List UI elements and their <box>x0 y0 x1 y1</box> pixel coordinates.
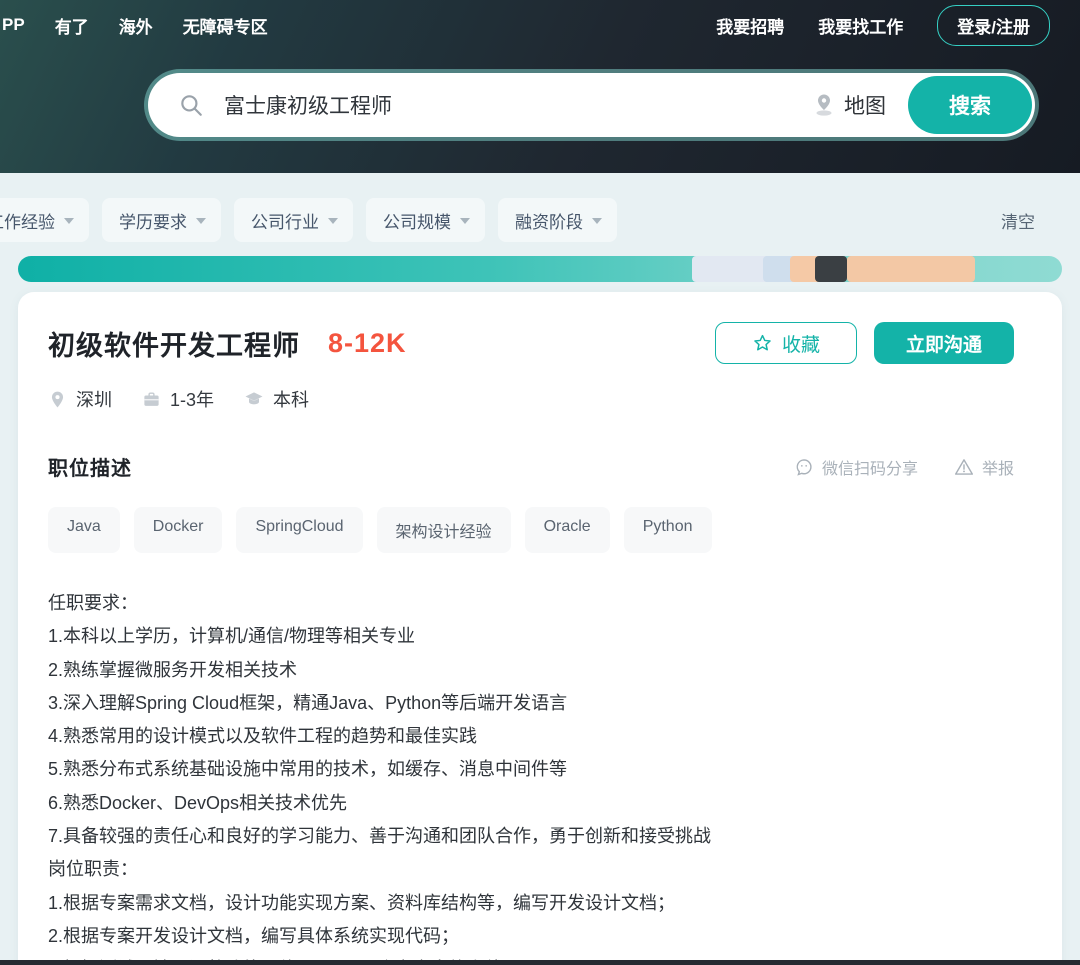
job-education: 本科 <box>244 386 309 412</box>
promo-banner <box>18 256 1062 282</box>
filter-label: 公司规模 <box>383 208 451 233</box>
favorite-label: 收藏 <box>782 330 820 357</box>
briefcase-icon <box>142 390 161 409</box>
wechat-share-label: 微信扫码分享 <box>822 455 918 479</box>
chevron-down-icon <box>196 218 206 224</box>
skill-tag: Python <box>624 507 712 553</box>
nav-item[interactable]: PP <box>2 15 25 35</box>
chevron-down-icon <box>328 218 338 224</box>
search-row: 地图 搜索 <box>0 73 1080 137</box>
description-line: 1.本科以上学历，计算机/通信/物理等相关专业 <box>48 620 1014 653</box>
job-description: 任职要求：1.本科以上学历，计算机/通信/物理等相关专业2.熟练掌握微服务开发相… <box>48 587 1014 965</box>
job-experience: 1-3年 <box>142 386 214 412</box>
map-toggle[interactable]: 地图 <box>812 90 886 120</box>
nav-right-links: 我要招聘 我要找工作 <box>716 13 903 38</box>
chevron-down-icon <box>64 218 74 224</box>
search-bar: 地图 搜索 <box>148 73 1035 137</box>
filter-label: 学历要求 <box>119 208 187 233</box>
map-pin-icon <box>812 93 836 117</box>
description-line: 5.熟悉分布式系统基础设施中常用的技术，如缓存、消息中间件等 <box>48 753 1014 786</box>
description-line: 1.根据专案需求文档，设计功能实现方案、资料库结构等，编写开发设计文档； <box>48 887 1014 920</box>
search-button[interactable]: 搜索 <box>908 76 1032 134</box>
filter-dropdown[interactable]: 工作经验 <box>0 198 89 242</box>
chevron-down-icon <box>460 218 470 224</box>
filter-dropdown[interactable]: 公司规模 <box>366 198 485 242</box>
filter-dropdown[interactable]: 学历要求 <box>102 198 221 242</box>
filter-label: 公司行业 <box>251 208 319 233</box>
search-input[interactable] <box>224 93 812 117</box>
description-line: 岗位职责： <box>48 853 1014 886</box>
filter-dropdown[interactable]: 融资阶段 <box>498 198 617 242</box>
job-experience-text: 1-3年 <box>170 386 214 412</box>
graduation-cap-icon <box>244 389 264 409</box>
skill-tag: SpringCloud <box>236 507 362 553</box>
skill-tag: Oracle <box>525 507 610 553</box>
description-header: 职位描述 微信扫码分享 举报 <box>48 452 1014 481</box>
filter-bar: 工作经验 学历要求 公司行业 公司规模 融资阶段 清空 <box>0 198 1035 242</box>
filter-dropdown[interactable]: 公司行业 <box>234 198 353 242</box>
section-title: 职位描述 <box>48 452 132 481</box>
nav-item[interactable]: 海外 <box>119 13 153 38</box>
banner-illustration-shape <box>815 256 847 282</box>
search-icon <box>178 92 204 118</box>
nav-left: PP 有了 海外 无障碍专区 <box>0 13 268 38</box>
chat-now-button[interactable]: 立即沟通 <box>874 322 1014 364</box>
wechat-share-icon <box>794 457 814 477</box>
banner-illustration-shape <box>692 256 770 282</box>
skill-tag: 架构设计经验 <box>377 507 511 553</box>
description-line: 3.深入理解Spring Cloud框架，精通Java、Python等后端开发语… <box>48 687 1014 720</box>
star-icon <box>752 333 773 354</box>
job-location: 深圳 <box>48 386 112 412</box>
job-salary: 8-12K <box>328 328 407 359</box>
job-actions: 收藏 立即沟通 <box>715 322 1014 364</box>
clear-filters-button[interactable]: 清空 <box>1001 208 1035 233</box>
job-location-text: 深圳 <box>76 386 112 412</box>
description-line: 7.具备较强的责任心和良好的学习能力、善于沟通和团队合作，勇于创新和接受挑战 <box>48 820 1014 853</box>
nav-item[interactable]: 我要招聘 <box>716 13 784 38</box>
page: PP 有了 海外 无障碍专区 我要招聘 我要找工作 登录/注册 地图 <box>0 0 1080 965</box>
favorite-button[interactable]: 收藏 <box>715 322 857 364</box>
banner-illustration-shape <box>847 256 975 282</box>
report-label: 举报 <box>982 455 1014 479</box>
job-title-row: 初级软件开发工程师 8-12K 收藏 立即沟通 <box>48 322 1014 364</box>
chevron-down-icon <box>592 218 602 224</box>
description-line: 4.熟悉常用的设计模式以及软件工程的趋势和最佳实践 <box>48 720 1014 753</box>
nav-item[interactable]: 我要找工作 <box>818 13 903 38</box>
nav-right: 我要招聘 我要找工作 登录/注册 <box>716 5 1050 46</box>
description-line: 2.根据专案开发设计文档，编写具体系统实现代码； <box>48 920 1014 953</box>
job-title: 初级软件开发工程师 <box>48 324 300 363</box>
warning-triangle-icon <box>954 457 974 477</box>
top-header: PP 有了 海外 无障碍专区 我要招聘 我要找工作 登录/注册 地图 <box>0 0 1080 173</box>
filter-dropdowns: 工作经验 学历要求 公司行业 公司规模 融资阶段 <box>0 198 617 242</box>
description-line: 2.熟练掌握微服务开发相关技术 <box>48 654 1014 687</box>
description-line: 6.熟悉Docker、DevOps相关技术优先 <box>48 787 1014 820</box>
job-detail-card: 初级软件开发工程师 8-12K 收藏 立即沟通 深圳 1-3年 本科 <box>18 292 1062 965</box>
nav-item[interactable]: 无障碍专区 <box>183 13 268 38</box>
description-line: 任职要求： <box>48 587 1014 620</box>
description-actions: 微信扫码分享 举报 <box>794 455 1014 479</box>
report-button[interactable]: 举报 <box>954 455 1014 479</box>
skill-tag: Java <box>48 507 120 553</box>
nav-item[interactable]: 有了 <box>55 13 89 38</box>
job-education-text: 本科 <box>273 386 309 412</box>
map-label: 地图 <box>844 90 886 120</box>
login-register-button[interactable]: 登录/注册 <box>937 5 1050 46</box>
job-meta: 深圳 1-3年 本科 <box>48 386 1014 412</box>
filter-label: 工作经验 <box>0 208 55 233</box>
skill-tag: Docker <box>134 507 223 553</box>
location-pin-icon <box>48 390 67 409</box>
skill-tags: Java Docker SpringCloud 架构设计经验 Oracle Python <box>48 507 1014 553</box>
wechat-share-button[interactable]: 微信扫码分享 <box>794 455 918 479</box>
top-nav: PP 有了 海外 无障碍专区 我要招聘 我要找工作 登录/注册 <box>0 0 1080 44</box>
bottom-edge-bar <box>0 960 1080 965</box>
filter-label: 融资阶段 <box>515 208 583 233</box>
